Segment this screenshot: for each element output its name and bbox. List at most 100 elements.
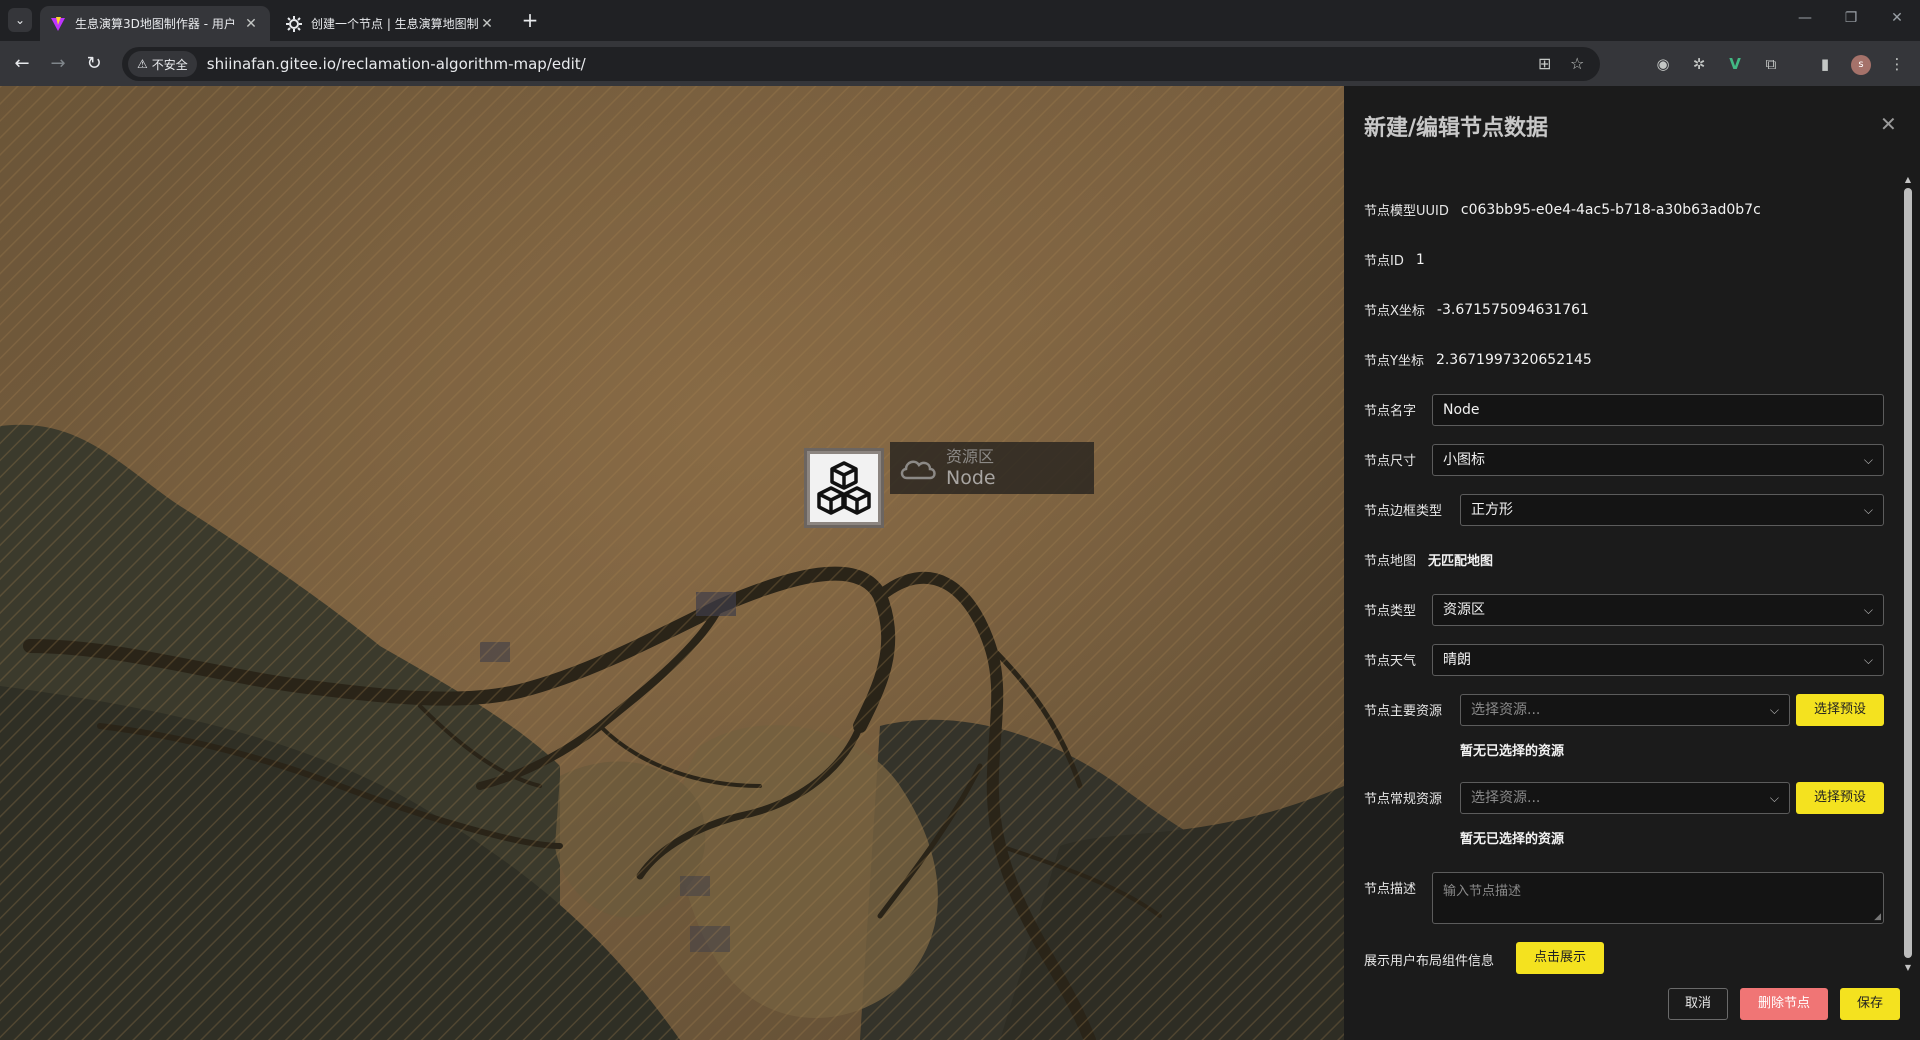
node-name-text: Node [946, 466, 996, 489]
chevron-down-icon: ⌵ [1769, 791, 1779, 805]
main-preset-button[interactable]: 选择预设 [1796, 694, 1884, 726]
tab-create-node-doc[interactable]: 创建一个节点 | 生息演算地图制 ✕ [276, 6, 506, 41]
main-resource-row: 节点主要资源 [1364, 700, 1442, 719]
node-weather-value: 晴朗 [1443, 652, 1471, 668]
tab-search-button[interactable]: ⌄ [8, 8, 32, 32]
side-panel-icon[interactable]: ▮ [1814, 53, 1836, 75]
main-resource-empty-text: 暂无已选择的资源 [1460, 744, 1565, 759]
weather-row: 节点天气 [1364, 650, 1416, 669]
size-row: 节点尺寸 [1364, 450, 1416, 469]
name-row: 节点名字 [1364, 400, 1416, 419]
close-tab-icon[interactable]: ✕ [478, 16, 496, 32]
node-type-value: 资源区 [1443, 602, 1485, 618]
main-resource-placeholder: 选择资源... [1471, 702, 1541, 718]
map-row: 节点地图 无匹配地图 [1364, 550, 1493, 569]
close-window-icon[interactable]: ✕ [1874, 10, 1920, 26]
x-coord-label: 节点X坐标 [1364, 304, 1425, 319]
extension-record-icon[interactable]: ◉ [1652, 53, 1674, 75]
node-border-select[interactable]: 正方形 ⌵ [1460, 494, 1884, 526]
normal-resource-empty-text: 暂无已选择的资源 [1460, 832, 1565, 847]
map-value: 无匹配地图 [1428, 554, 1494, 569]
reload-icon[interactable]: ↻ [82, 52, 106, 76]
normal-resource-select[interactable]: 选择资源... ⌵ [1460, 782, 1790, 814]
browser-tab-bar: ⌄ 生息演算3D地图制作器 - 用户 ✕ 创建一个节点 | 生息演算地图制 ✕ … [0, 0, 1920, 41]
resize-grip-icon[interactable]: ◢ [1874, 912, 1881, 922]
normal-resource-placeholder: 选择资源... [1471, 790, 1541, 806]
map-label: 节点地图 [1364, 554, 1417, 569]
back-arrow-icon[interactable]: ← [10, 52, 34, 76]
x-coord-value: -3.671575094631761 [1436, 301, 1589, 318]
star-icon[interactable]: ☆ [1570, 54, 1584, 73]
x-coord-row: 节点X坐标 -3.671575094631761 [1364, 300, 1589, 320]
save-button[interactable]: 保存 [1840, 988, 1900, 1020]
forward-arrow-icon[interactable]: → [46, 52, 70, 76]
vite-favicon-icon [51, 16, 65, 31]
more-menu-icon[interactable]: ⋮ [1886, 53, 1908, 75]
address-bar[interactable]: ⚠ 不安全 shiinafan.gitee.io/reclamation-alg… [122, 47, 1600, 81]
new-tab-button[interactable]: + [518, 9, 542, 31]
node-type-select[interactable]: 资源区 ⌵ [1432, 594, 1884, 626]
uuid-row: 节点模型UUID c063bb95-e0e4-4ac5-b718-a30b63a… [1364, 200, 1761, 220]
y-coord-value: 2.3671997320652145 [1435, 351, 1592, 368]
node-icon-frame[interactable] [804, 448, 884, 528]
close-icon[interactable]: ✕ [1880, 112, 1897, 136]
weather-label: 节点天气 [1364, 654, 1417, 669]
show-layout-button[interactable]: 点击展示 [1516, 942, 1604, 974]
gear-favicon-icon [286, 15, 302, 32]
node-label[interactable]: 资源区 Node [890, 442, 1094, 494]
cancel-button[interactable]: 取消 [1668, 988, 1728, 1020]
tab-title: 生息演算3D地图制作器 - 用户 [75, 17, 236, 31]
layout-info-label: 展示用户布局组件信息 [1364, 954, 1495, 969]
normal-resource-row: 节点常规资源 [1364, 788, 1442, 807]
id-value: 1 [1415, 251, 1425, 268]
panel-scrollbar[interactable]: ▲ ▼ [1902, 174, 1914, 974]
chevron-down-icon: ⌵ [1769, 703, 1779, 717]
extensions-puzzle-icon[interactable]: ⧉ [1760, 53, 1782, 75]
border-label: 节点边框类型 [1364, 504, 1443, 519]
normal-resource-label: 节点常规资源 [1364, 792, 1443, 807]
map-viewport[interactable]: 资源区 Node [0, 86, 1344, 1040]
restore-icon[interactable]: ❐ [1828, 10, 1874, 26]
security-label: 不安全 [151, 57, 188, 72]
delete-node-button[interactable]: 删除节点 [1740, 988, 1828, 1020]
node-border-value: 正方形 [1471, 502, 1513, 518]
border-row: 节点边框类型 [1364, 500, 1442, 519]
type-label: 节点类型 [1364, 604, 1417, 619]
type-row: 节点类型 [1364, 600, 1416, 619]
layout-info-row: 展示用户布局组件信息 [1364, 950, 1494, 969]
security-chip[interactable]: ⚠ 不安全 [128, 51, 197, 77]
browser-toolbar: ← → ↻ ⚠ 不安全 shiinafan.gitee.io/reclamati… [0, 41, 1920, 86]
scrollbar-thumb[interactable] [1904, 188, 1912, 958]
terrain-map[interactable] [0, 86, 1344, 1040]
description-row: 节点描述 [1364, 878, 1416, 897]
vue-devtools-icon[interactable]: V [1724, 53, 1746, 75]
main-resource-select[interactable]: 选择资源... ⌵ [1460, 694, 1790, 726]
translate-icon[interactable]: ⊞ [1538, 54, 1551, 73]
close-tab-icon[interactable]: ✕ [242, 16, 260, 32]
scroll-down-icon[interactable]: ▼ [1902, 962, 1914, 974]
profile-avatar[interactable]: s [1851, 55, 1871, 75]
size-label: 节点尺寸 [1364, 454, 1417, 469]
uuid-value: c063bb95-e0e4-4ac5-b718-a30b63ad0b7c [1460, 201, 1761, 218]
tab-title: 创建一个节点 | 生息演算地图制 [311, 17, 478, 31]
y-coord-row: 节点Y坐标 2.3671997320652145 [1364, 350, 1592, 370]
tab-map-editor[interactable]: 生息演算3D地图制作器 - 用户 ✕ [40, 6, 270, 41]
extension-gear-icon[interactable]: ✲ [1688, 53, 1710, 75]
chevron-down-icon: ⌵ [1863, 603, 1873, 617]
description-placeholder: 输入节点描述 [1443, 884, 1522, 899]
scroll-up-icon[interactable]: ▲ [1902, 174, 1914, 186]
warning-icon: ⚠ [137, 57, 148, 71]
minimize-icon[interactable]: — [1782, 10, 1828, 26]
id-row: 节点ID 1 [1364, 250, 1425, 270]
main-resource-label: 节点主要资源 [1364, 704, 1443, 719]
y-coord-label: 节点Y坐标 [1364, 354, 1424, 369]
normal-preset-button[interactable]: 选择预设 [1796, 782, 1884, 814]
node-weather-select[interactable]: 晴朗 ⌵ [1432, 644, 1884, 676]
description-textarea[interactable]: 输入节点描述 ◢ [1432, 872, 1884, 924]
node-size-value: 小图标 [1443, 452, 1485, 468]
url-text[interactable]: shiinafan.gitee.io/reclamation-algorithm… [207, 55, 586, 73]
chevron-down-icon: ⌵ [1863, 653, 1873, 667]
node-size-select[interactable]: 小图标 ⌵ [1432, 444, 1884, 476]
node-name-input[interactable]: Node [1432, 394, 1884, 426]
chevron-down-icon: ⌵ [1863, 503, 1873, 517]
